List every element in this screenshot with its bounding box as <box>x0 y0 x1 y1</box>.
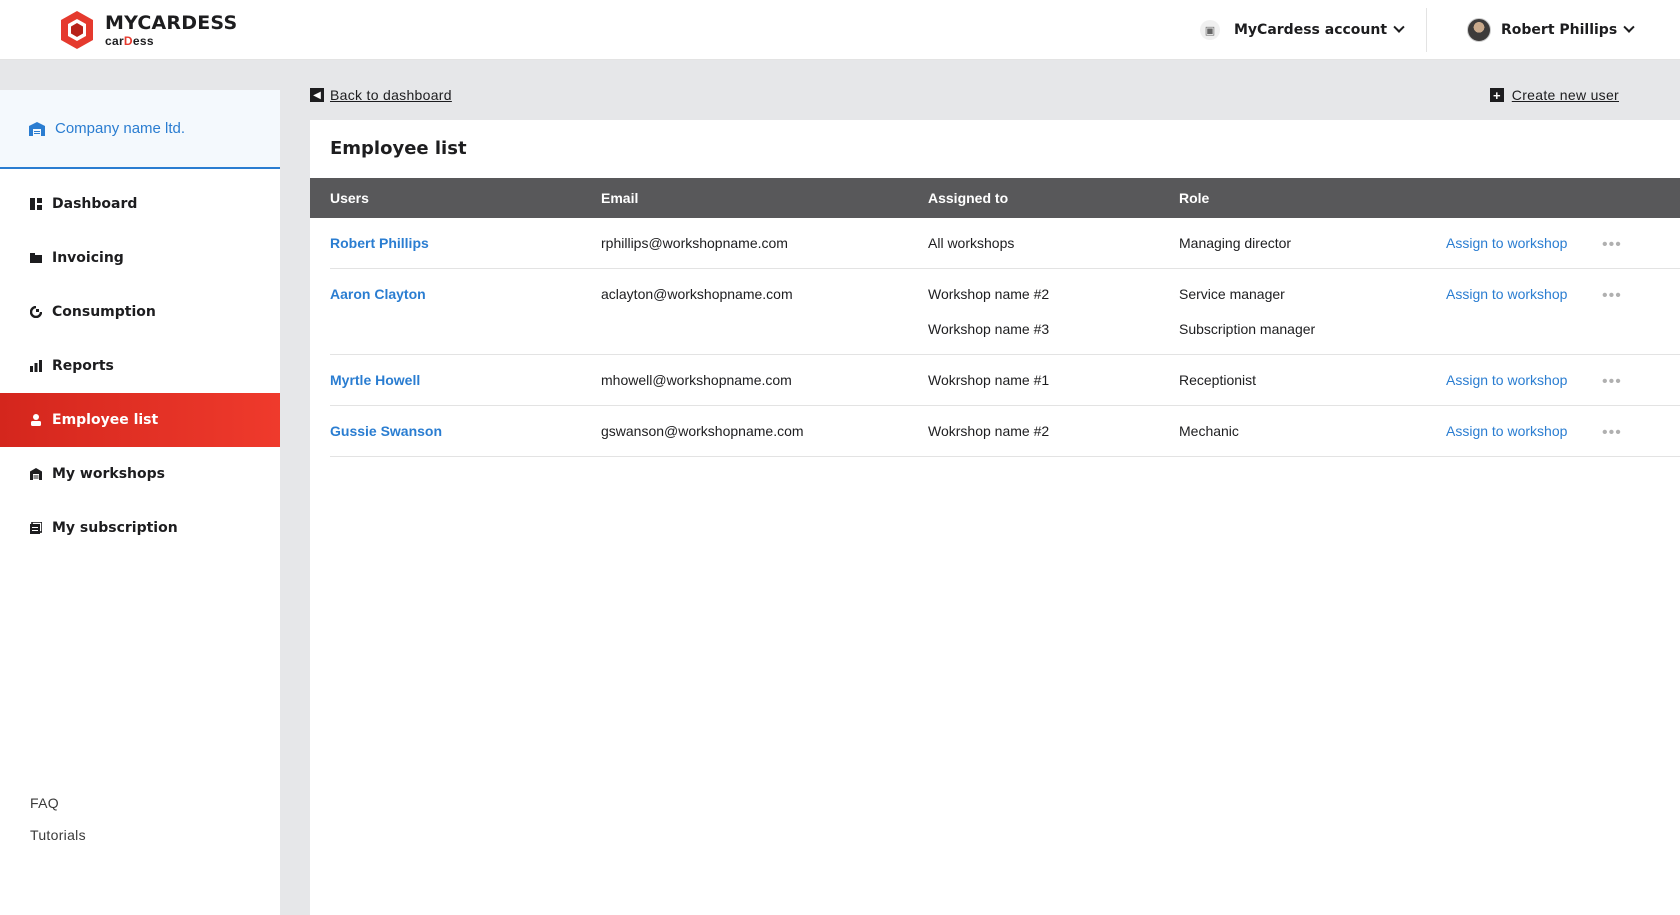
account-icon: ▣ <box>1200 20 1220 40</box>
user-role: Managing director <box>1179 235 1292 251</box>
consumption-icon <box>30 306 42 318</box>
bar-chart-icon <box>30 360 42 372</box>
brand-name: MYCARDESS <box>105 11 238 34</box>
user-email: rphillips@workshopname.com <box>601 235 788 251</box>
user-name-link[interactable]: Aaron Clayton <box>330 286 426 302</box>
sidebar-item-reports[interactable]: Reports <box>0 339 280 393</box>
person-icon <box>31 414 41 426</box>
top-header: MYCARDESS carDess ▣ MyCardess account Ro… <box>0 0 1680 60</box>
user-email: gswanson@workshopname.com <box>601 423 804 439</box>
plus-icon: + <box>1489 88 1504 102</box>
sidebar-footer-links: FAQ Tutorials <box>30 795 86 859</box>
sidebar-item-dashboard[interactable]: Dashboard <box>0 177 280 231</box>
user-name-link[interactable]: Robert Phillips <box>330 235 429 251</box>
chevron-down-icon <box>1393 21 1405 33</box>
brand-logo[interactable]: MYCARDESS carDess <box>59 10 259 50</box>
sidebar-item-label: Invoicing <box>52 250 124 266</box>
company-name: Company name ltd. <box>55 120 186 137</box>
assigned-workshop: Wokrshop name #1 <box>928 372 1050 388</box>
assigned-workshop: All workshops <box>928 235 1015 251</box>
sidebar-item-label: Employee list <box>52 412 159 428</box>
assigned-workshop: Workshop name #2 <box>928 286 1050 302</box>
create-label: Create new user <box>1511 87 1619 103</box>
sidebar-item-consumption[interactable]: Consumption <box>0 285 280 339</box>
sidebar-item-label: Reports <box>52 358 114 374</box>
chevron-left-icon: ◀ <box>310 88 324 102</box>
hexagon-logo-icon <box>61 11 93 49</box>
user-role: Mechanic <box>1179 423 1239 439</box>
sidebar-item-label: My subscription <box>52 520 178 536</box>
dashboard-icon <box>30 198 42 210</box>
sidebar-nav: Dashboard Invoicing Consumption Reports … <box>0 177 280 555</box>
tutorials-link[interactable]: Tutorials <box>30 827 86 843</box>
user-role: Subscription manager <box>1179 321 1316 337</box>
header-divider <box>1426 8 1427 52</box>
user-menu[interactable]: Robert Phillips <box>1467 17 1635 43</box>
sidebar-item-my-workshops[interactable]: My workshops <box>0 447 280 501</box>
assigned-workshop: Workshop name #3 <box>928 321 1050 337</box>
create-new-user-link[interactable]: + Create new user <box>1489 87 1619 103</box>
more-options-icon[interactable]: ••• <box>1602 374 1622 390</box>
sidebar-item-my-subscription[interactable]: My subscription <box>0 501 280 555</box>
assign-to-workshop-link[interactable]: Assign to workshop <box>1446 235 1567 251</box>
table-row: Robert Phillips rphillips@workshopname.c… <box>330 218 1680 269</box>
column-header-email: Email <box>601 190 639 206</box>
sidebar: Company name ltd. Dashboard Invoicing Co… <box>0 90 280 915</box>
back-label: Back to dashboard <box>330 87 452 103</box>
garage-icon <box>30 468 42 480</box>
sidebar-item-label: Dashboard <box>52 196 138 212</box>
user-name-link[interactable]: Gussie Swanson <box>330 423 442 439</box>
assign-to-workshop-link[interactable]: Assign to workshop <box>1446 372 1567 388</box>
table-header: Users Email Assigned to Role <box>310 178 1680 218</box>
page-title: Employee list <box>330 138 467 159</box>
user-role: Service manager <box>1179 286 1285 302</box>
avatar <box>1467 18 1491 42</box>
more-options-icon[interactable]: ••• <box>1602 237 1622 253</box>
assign-to-workshop-link[interactable]: Assign to workshop <box>1446 286 1567 302</box>
user-role: Receptionist <box>1179 372 1257 388</box>
account-menu[interactable]: ▣ MyCardess account <box>1200 17 1405 43</box>
account-label: MyCardess account <box>1234 22 1388 38</box>
column-header-role: Role <box>1179 190 1210 206</box>
folder-icon <box>30 253 42 263</box>
sidebar-item-employee-list[interactable]: Employee list <box>0 393 280 447</box>
user-email: aclayton@workshopname.com <box>601 286 793 302</box>
table-row: Aaron Clayton aclayton@workshopname.com … <box>330 269 1680 355</box>
sidebar-item-label: Consumption <box>52 304 156 320</box>
company-selector[interactable]: Company name ltd. <box>0 90 280 169</box>
brand-subname: carDess <box>105 33 154 48</box>
back-to-dashboard-link[interactable]: ◀ Back to dashboard <box>310 87 452 103</box>
main-panel: Employee list Users Email Assigned to Ro… <box>310 120 1680 915</box>
sidebar-item-label: My workshops <box>52 466 165 482</box>
more-options-icon[interactable]: ••• <box>1602 425 1622 441</box>
user-name: Robert Phillips <box>1501 22 1618 38</box>
chevron-down-icon <box>1623 21 1635 33</box>
assign-to-workshop-link[interactable]: Assign to workshop <box>1446 423 1567 439</box>
user-name-link[interactable]: Myrtle Howell <box>330 372 420 388</box>
faq-link[interactable]: FAQ <box>30 795 86 811</box>
building-icon <box>29 121 45 136</box>
column-header-assigned: Assigned to <box>928 190 1009 206</box>
assigned-workshop: Wokrshop name #2 <box>928 423 1050 439</box>
sidebar-item-invoicing[interactable]: Invoicing <box>0 231 280 285</box>
column-header-users: Users <box>330 190 369 206</box>
subscription-icon <box>30 522 42 534</box>
table-row: Gussie Swanson gswanson@workshopname.com… <box>330 406 1680 457</box>
more-options-icon[interactable]: ••• <box>1602 288 1622 304</box>
table-row: Myrtle Howell mhowell@workshopname.com W… <box>330 355 1680 406</box>
user-email: mhowell@workshopname.com <box>601 372 792 388</box>
